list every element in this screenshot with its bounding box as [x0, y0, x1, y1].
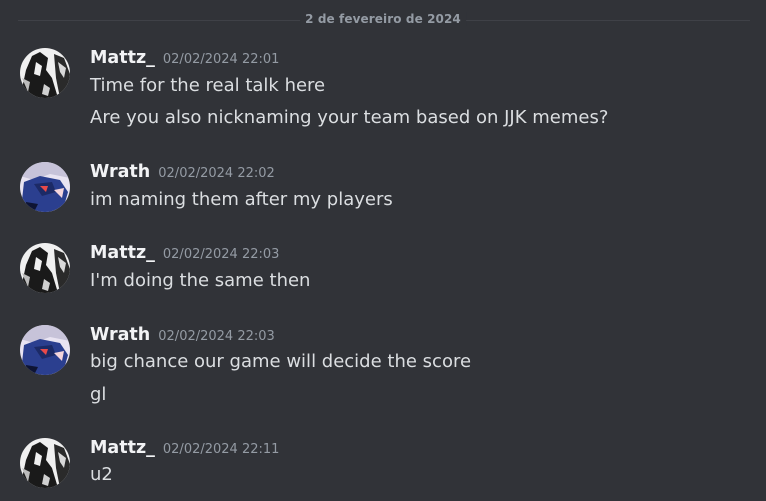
- message-text: big chance our game will decide the scor…: [90, 351, 472, 372]
- avatar-mattz[interactable]: [20, 438, 70, 488]
- message-text: u2: [90, 464, 113, 485]
- manga-avatar-icon: [20, 48, 70, 98]
- avatar-wrath[interactable]: [20, 325, 70, 375]
- avatar-mattz[interactable]: [20, 243, 70, 293]
- message-header: Mattz_ 02/02/2024 22:01: [90, 48, 279, 68]
- avatar-mattz[interactable]: [20, 48, 70, 98]
- message-text: Are you also nicknaming your team based …: [90, 107, 609, 128]
- username[interactable]: Mattz_: [90, 48, 155, 68]
- username[interactable]: Mattz_: [90, 438, 155, 458]
- message-header: Wrath 02/02/2024 22:03: [90, 325, 275, 345]
- manga-avatar-icon: [20, 438, 70, 488]
- manga-avatar-icon: [20, 243, 70, 293]
- timestamp[interactable]: 02/02/2024 22:11: [163, 442, 280, 457]
- username[interactable]: Wrath: [90, 325, 150, 345]
- timestamp[interactable]: 02/02/2024 22:01: [163, 52, 280, 67]
- username[interactable]: Mattz_: [90, 243, 155, 263]
- timestamp[interactable]: 02/02/2024 22:03: [158, 329, 275, 344]
- anime-avatar-icon: [20, 325, 70, 375]
- timestamp[interactable]: 02/02/2024 22:03: [163, 247, 280, 262]
- message-text: gl: [90, 384, 107, 405]
- message-text: Time for the real talk here: [90, 75, 326, 96]
- timestamp[interactable]: 02/02/2024 22:02: [158, 166, 275, 181]
- message-header: Mattz_ 02/02/2024 22:03: [90, 243, 279, 263]
- message-header: Mattz_ 02/02/2024 22:11: [90, 438, 279, 458]
- message-text: I'm doing the same then: [90, 270, 311, 291]
- date-divider-label: 2 de fevereiro de 2024: [300, 12, 466, 26]
- username[interactable]: Wrath: [90, 162, 150, 182]
- message-text: im naming them after my players: [90, 189, 393, 210]
- message-header: Wrath 02/02/2024 22:02: [90, 162, 275, 182]
- anime-avatar-icon: [20, 162, 70, 212]
- avatar-wrath[interactable]: [20, 162, 70, 212]
